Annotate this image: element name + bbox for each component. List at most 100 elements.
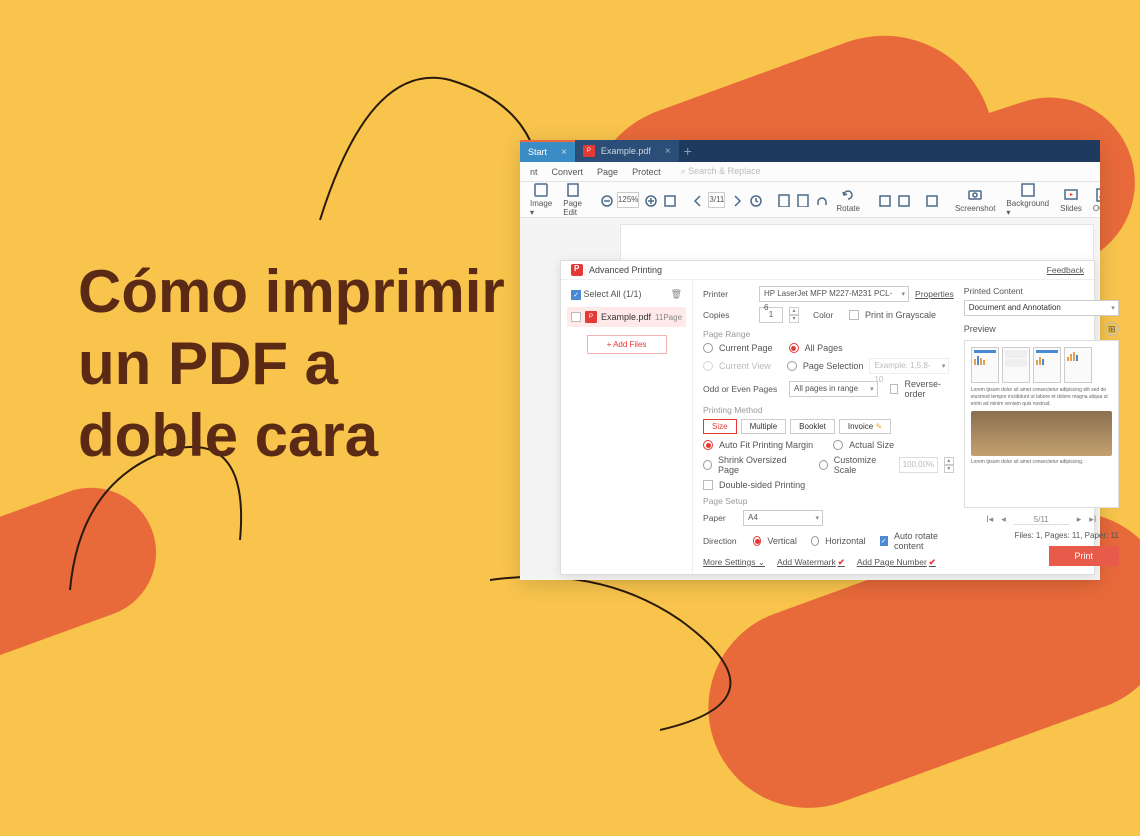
spin-down-icon[interactable]: ▾ — [944, 465, 954, 473]
file-row[interactable]: P Example.pdf 11Page — [567, 307, 686, 327]
file-checkbox[interactable] — [571, 312, 581, 322]
last-page-icon[interactable]: ▸I — [1089, 514, 1096, 525]
first-page-icon[interactable]: I◂ — [986, 514, 993, 525]
prev-page-icon[interactable] — [689, 191, 705, 209]
direction-label: Direction — [703, 536, 747, 546]
printer-select[interactable]: HP LaserJet MFP M227-M231 PCL-6 — [759, 286, 909, 302]
tool-icon[interactable] — [895, 191, 911, 209]
tool-icon[interactable] — [923, 191, 939, 209]
search-input[interactable]: ⌕ Search & Replace — [681, 166, 761, 177]
shrink-radio[interactable] — [703, 460, 712, 470]
spin-up-icon[interactable]: ▴ — [789, 307, 799, 315]
current-page-radio[interactable] — [703, 343, 713, 353]
auto-rotate-checkbox[interactable] — [880, 536, 888, 546]
fit-icon[interactable] — [661, 191, 677, 209]
page-selection-input[interactable]: Example: 1,5,8-10 — [869, 358, 949, 374]
rotate-button[interactable]: Rotate — [832, 187, 864, 213]
actual-size-radio[interactable] — [833, 440, 843, 450]
spin-down-icon[interactable]: ▾ — [789, 315, 799, 323]
page-title: Cómo imprimir un PDF a doble cara — [78, 256, 508, 472]
printing-method-section: Printing Method — [703, 405, 954, 415]
menu-protect[interactable]: Protect — [632, 167, 661, 177]
tool-icon[interactable] — [775, 191, 791, 209]
color-label: Color — [813, 310, 843, 320]
page-selection-radio[interactable] — [787, 361, 797, 371]
screenshot-button[interactable]: Screenshot — [951, 187, 999, 213]
preview-label: Preview — [964, 324, 996, 334]
select-all-checkbox[interactable]: Select All (1/1) — [571, 289, 642, 300]
page-setup-section: Page Setup — [703, 496, 954, 506]
pdf-icon: P — [585, 311, 597, 323]
add-page-number-link[interactable]: Add Page Number✔ — [857, 557, 936, 568]
next-page-icon[interactable]: ▸ — [1077, 514, 1082, 525]
paper-select[interactable]: A4 — [743, 510, 823, 526]
printer-label: Printer — [703, 289, 753, 299]
add-files-button[interactable]: + Add Files — [587, 335, 667, 354]
method-booklet-button[interactable]: Booklet — [790, 419, 835, 434]
pdf-icon: P — [583, 145, 595, 157]
page-input[interactable]: 3/11 — [708, 192, 725, 208]
preview-page-indicator[interactable]: 5/11 — [1014, 515, 1069, 525]
page-edit-button[interactable]: Page Edit — [559, 182, 586, 217]
tab-start[interactable]: Start× — [520, 140, 575, 162]
method-multiple-button[interactable]: Multiple — [741, 419, 787, 434]
image-button[interactable]: Image ▾ — [526, 182, 556, 217]
all-pages-radio[interactable] — [789, 343, 799, 353]
app-window: Start× P Example.pdf× + nt Convert Page … — [520, 140, 1100, 580]
tab-file[interactable]: P Example.pdf× — [575, 140, 679, 162]
titlebar: Start× P Example.pdf× + — [520, 140, 1100, 162]
printed-content-label: Printed Content — [964, 286, 1034, 296]
copies-label: Copies — [703, 310, 753, 320]
preview-nav: I◂ ◂ 5/11 ▸ ▸I — [964, 514, 1119, 525]
prev-page-icon[interactable]: ◂ — [1001, 514, 1006, 525]
headphones-icon[interactable] — [813, 191, 829, 209]
horizontal-radio[interactable] — [811, 536, 819, 546]
menu-convert[interactable]: Convert — [552, 167, 584, 177]
odd-even-label: Odd or Even Pages — [703, 384, 783, 394]
dialog-title: Advanced Printing — [589, 265, 662, 275]
vertical-radio[interactable] — [753, 536, 761, 546]
tool-icon[interactable] — [794, 191, 810, 209]
more-settings-link[interactable]: More Settings ⌄ — [703, 557, 765, 568]
spin-up-icon[interactable]: ▴ — [944, 457, 954, 465]
odd-even-select[interactable]: All pages in range — [789, 381, 878, 397]
preview-canvas: Lorem ipsum dolor sit amet consectetur a… — [964, 340, 1119, 508]
method-size-button[interactable]: Size — [703, 419, 737, 434]
copies-input[interactable]: 1 — [759, 307, 783, 323]
history-icon[interactable] — [747, 191, 763, 209]
properties-link[interactable]: Properties — [915, 289, 954, 299]
reverse-order-checkbox[interactable] — [890, 384, 899, 394]
tool-icon[interactable] — [876, 191, 892, 209]
printed-content-select[interactable]: Document and Annotation — [964, 300, 1119, 316]
print-button[interactable]: Print — [1049, 546, 1119, 566]
menu-item[interactable]: nt — [530, 167, 538, 177]
zoom-input[interactable]: 125% — [617, 192, 639, 208]
scale-input[interactable]: 100,00% — [899, 457, 938, 473]
feedback-link[interactable]: Feedback — [1047, 265, 1084, 275]
slides-button[interactable]: Slides — [1056, 187, 1086, 213]
close-icon[interactable]: × — [665, 146, 671, 157]
grid-view-icon[interactable]: ⊞ — [1105, 322, 1119, 336]
file-name: Example.pdf — [601, 312, 651, 322]
ocr-button[interactable]: AOCR — [1089, 187, 1100, 213]
custom-scale-radio[interactable] — [819, 460, 828, 470]
app-logo-icon — [571, 264, 583, 276]
document-viewport — [620, 224, 1094, 264]
next-page-icon[interactable] — [728, 191, 744, 209]
close-icon[interactable]: × — [561, 147, 567, 158]
auto-fit-radio[interactable] — [703, 440, 713, 450]
add-tab-button[interactable]: + — [679, 143, 697, 159]
menu-page[interactable]: Page — [597, 167, 618, 177]
grayscale-checkbox[interactable] — [849, 310, 859, 320]
double-sided-checkbox[interactable] — [703, 480, 713, 490]
zoom-out-icon[interactable] — [598, 191, 614, 209]
page-range-section: Page Range — [703, 329, 954, 339]
method-invoice-button[interactable]: Invoice ✎ — [839, 419, 891, 434]
print-dialog: Advanced Printing Feedback Select All (1… — [560, 260, 1095, 575]
zoom-in-icon[interactable] — [642, 191, 658, 209]
trash-icon[interactable]: 🗑 — [671, 289, 682, 300]
toolbar: Image ▾ Page Edit 125% 3/11 Rotate Scree… — [520, 182, 1100, 218]
background-button[interactable]: Background ▾ — [1002, 182, 1053, 217]
grayscale-label: Print in Grayscale — [865, 310, 936, 320]
add-watermark-link[interactable]: Add Watermark✔ — [777, 557, 845, 568]
